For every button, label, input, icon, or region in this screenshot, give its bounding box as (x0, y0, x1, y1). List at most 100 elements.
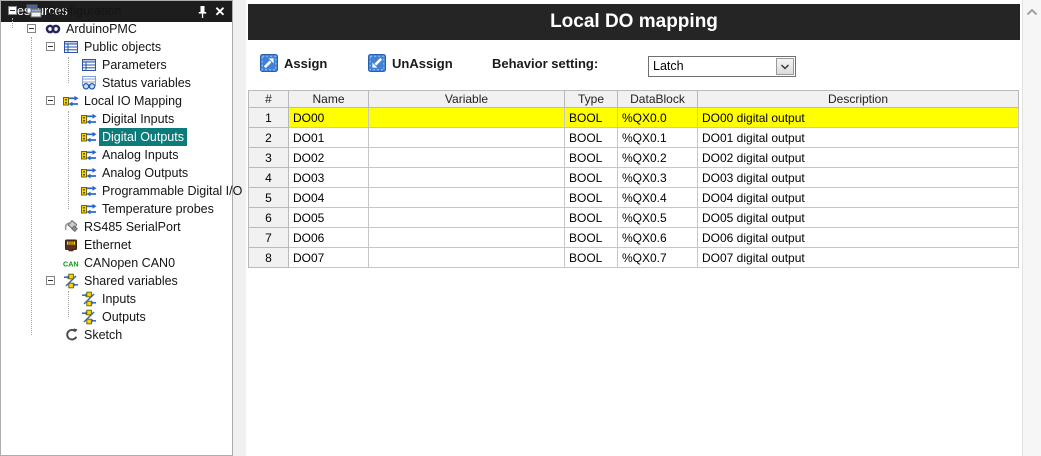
arduinopmc-icon (45, 21, 61, 37)
cell-name[interactable]: DO06 (289, 228, 369, 248)
chevron-down-icon[interactable] (776, 58, 794, 75)
cell-description[interactable]: DO07 digital output (698, 248, 1019, 268)
parameters-icon (81, 57, 97, 73)
tree-item-label: Local IO Mapping (81, 92, 185, 110)
unassign-button[interactable]: UnAssign (368, 53, 453, 73)
tree-item-digital-inputs[interactable]: Digital Inputs (1, 110, 232, 128)
tree-item-status-variables[interactable]: Status variables (1, 74, 232, 92)
cell-type[interactable]: BOOL (565, 128, 618, 148)
cell-variable[interactable] (369, 248, 565, 268)
cell-datablock[interactable]: %QX0.6 (618, 228, 698, 248)
tree-item-digital-outputs[interactable]: Digital Outputs (1, 128, 232, 146)
tree-item-shared-variables[interactable]: Shared variables (1, 272, 232, 290)
assign-icon (260, 54, 278, 72)
cell-name[interactable]: DO01 (289, 128, 369, 148)
table-row-do03[interactable]: 4DO03 BOOL%QX0.3DO03 digital output (249, 168, 1019, 188)
unassign-button-label: UnAssign (392, 56, 453, 71)
cell-variable[interactable] (369, 188, 565, 208)
cell-num[interactable]: 8 (249, 248, 289, 268)
expand-toggle-icon[interactable] (46, 96, 55, 105)
cell-description[interactable]: DO05 digital output (698, 208, 1019, 228)
tree-item-label: Configuration (44, 2, 124, 20)
column-header-: # (249, 91, 289, 108)
cell-num[interactable]: 2 (249, 128, 289, 148)
cell-description[interactable]: DO04 digital output (698, 188, 1019, 208)
table-row-do01[interactable]: 2DO01 BOOL%QX0.1DO01 digital output (249, 128, 1019, 148)
tree-item-canopen-can0[interactable]: CANCANopen CAN0 (1, 254, 232, 272)
cell-name[interactable]: DO03 (289, 168, 369, 188)
cell-description[interactable]: DO06 digital output (698, 228, 1019, 248)
cell-datablock[interactable]: %QX0.5 (618, 208, 698, 228)
column-header-description: Description (698, 91, 1019, 108)
table-row-do02[interactable]: 3DO02 BOOL%QX0.2DO02 digital output (249, 148, 1019, 168)
cell-num[interactable]: 7 (249, 228, 289, 248)
cell-variable[interactable] (369, 148, 565, 168)
cell-description[interactable]: DO00 digital output (698, 108, 1019, 128)
tree-item-temperature-probes[interactable]: Temperature probes (1, 200, 232, 218)
resources-panel: Resources ✕ ConfigurationArduinoPMCPubli… (0, 0, 233, 456)
table-row-do05[interactable]: 6DO05 BOOL%QX0.5DO05 digital output (249, 208, 1019, 228)
cell-variable[interactable] (369, 128, 565, 148)
tree-item-public-objects[interactable]: Public objects (1, 38, 232, 56)
table-row-do00[interactable]: 1DO00 BOOL%QX0.0DO00 digital output (249, 108, 1019, 128)
cell-name[interactable]: DO02 (289, 148, 369, 168)
cell-description[interactable]: DO02 digital output (698, 148, 1019, 168)
assign-button[interactable]: Assign (260, 53, 327, 73)
tree-item-local-io-mapping[interactable]: Local IO Mapping (1, 92, 232, 110)
tree-item-rs485-serialport[interactable]: RS485 SerialPort (1, 218, 232, 236)
tree-item-label: Programmable Digital I/O (99, 182, 245, 200)
vertical-scrollbar[interactable] (1022, 0, 1041, 456)
tree-item-configuration[interactable]: Configuration (1, 2, 232, 20)
cell-type[interactable]: BOOL (565, 108, 618, 128)
cell-name[interactable]: DO04 (289, 188, 369, 208)
cell-name[interactable]: DO07 (289, 248, 369, 268)
cell-type[interactable]: BOOL (565, 228, 618, 248)
cell-type[interactable]: BOOL (565, 188, 618, 208)
tree-item-analog-outputs[interactable]: Analog Outputs (1, 164, 232, 182)
cell-num[interactable]: 5 (249, 188, 289, 208)
cell-variable[interactable] (369, 168, 565, 188)
cell-datablock[interactable]: %QX0.4 (618, 188, 698, 208)
tree-item-sketch[interactable]: Sketch (1, 326, 232, 344)
cell-datablock[interactable]: %QX0.1 (618, 128, 698, 148)
table-row-do06[interactable]: 7DO06 BOOL%QX0.6DO06 digital output (249, 228, 1019, 248)
expand-toggle-icon[interactable] (27, 24, 36, 33)
tree-item-label: Temperature probes (99, 200, 217, 218)
cell-type[interactable]: BOOL (565, 208, 618, 228)
expand-toggle-icon[interactable] (46, 276, 55, 285)
cell-num[interactable]: 6 (249, 208, 289, 228)
cell-datablock[interactable]: %QX0.3 (618, 168, 698, 188)
column-header-variable: Variable (369, 91, 565, 108)
cell-name[interactable]: DO05 (289, 208, 369, 228)
cell-type[interactable]: BOOL (565, 248, 618, 268)
expand-toggle-icon[interactable] (46, 42, 55, 51)
cell-num[interactable]: 3 (249, 148, 289, 168)
cell-variable[interactable] (369, 108, 565, 128)
cell-datablock[interactable]: %QX0.2 (618, 148, 698, 168)
cell-num[interactable]: 1 (249, 108, 289, 128)
cell-variable[interactable] (369, 208, 565, 228)
tree-item-parameters[interactable]: Parameters (1, 56, 232, 74)
tree-item-programmable-digital-i-o[interactable]: Programmable Digital I/O (1, 182, 232, 200)
cell-type[interactable]: BOOL (565, 148, 618, 168)
tree-item-outputs[interactable]: Outputs (1, 308, 232, 326)
table-row-do04[interactable]: 5DO04 BOOL%QX0.4DO04 digital output (249, 188, 1019, 208)
cell-datablock[interactable]: %QX0.0 (618, 108, 698, 128)
cell-type[interactable]: BOOL (565, 168, 618, 188)
tree-item-arduinopmc[interactable]: ArduinoPMC (1, 20, 232, 38)
status-variables-icon (81, 75, 97, 91)
cell-variable[interactable] (369, 228, 565, 248)
cell-description[interactable]: DO03 digital output (698, 168, 1019, 188)
table-row-do07[interactable]: 8DO07 BOOL%QX0.7DO07 digital output (249, 248, 1019, 268)
cell-description[interactable]: DO01 digital output (698, 128, 1019, 148)
cell-num[interactable]: 4 (249, 168, 289, 188)
expand-toggle-icon[interactable] (8, 6, 17, 15)
tree-item-analog-inputs[interactable]: Analog Inputs (1, 146, 232, 164)
scroll-up-icon[interactable] (1023, 4, 1041, 20)
cell-name[interactable]: DO00 (289, 108, 369, 128)
tree-item-inputs[interactable]: Inputs (1, 290, 232, 308)
cell-datablock[interactable]: %QX0.7 (618, 248, 698, 268)
behavior-select[interactable]: Latch (648, 56, 796, 77)
tree-item-ethernet[interactable]: Ethernet (1, 236, 232, 254)
tree-item-label: Shared variables (81, 272, 181, 290)
